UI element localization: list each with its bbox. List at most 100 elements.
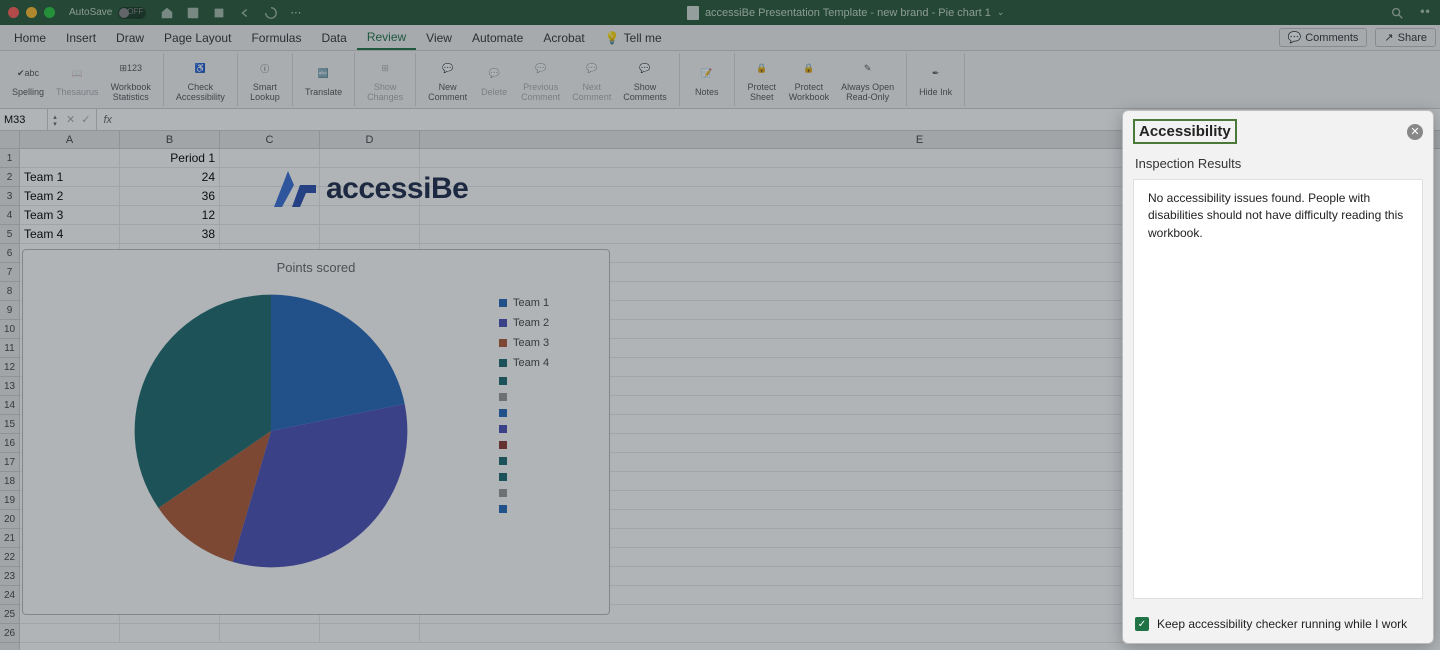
- pie-chart-object[interactable]: Points scored Team 1Team 2Team 3Team 4: [22, 249, 610, 615]
- row-header-23[interactable]: 23: [0, 567, 19, 586]
- col-header-d[interactable]: D: [320, 131, 420, 148]
- workbook-statistics-button[interactable]: ⊞123Workbook Statistics: [105, 53, 157, 106]
- protect-sheet-button[interactable]: 🔒Protect Sheet: [741, 53, 783, 106]
- cell[interactable]: 24: [120, 168, 220, 187]
- new-comment-button[interactable]: 💬New Comment: [422, 53, 473, 106]
- close-window-icon[interactable]: [8, 7, 19, 18]
- cancel-formula-icon[interactable]: ✕: [66, 113, 75, 126]
- enter-formula-icon[interactable]: ✓: [81, 113, 90, 126]
- row-header-26[interactable]: 26: [0, 624, 19, 643]
- tell-me[interactable]: 💡 Tell me: [595, 27, 672, 49]
- autosave-switch[interactable]: OFF: [118, 7, 146, 19]
- print-icon[interactable]: [212, 6, 226, 20]
- smart-lookup-button[interactable]: ⓘSmart Lookup: [244, 53, 286, 106]
- row-header-9[interactable]: 9: [0, 301, 19, 320]
- tab-page-layout[interactable]: Page Layout: [154, 27, 241, 49]
- notes-button[interactable]: 📝Notes: [686, 53, 728, 106]
- col-header-b[interactable]: B: [120, 131, 220, 148]
- row-header-14[interactable]: 14: [0, 396, 19, 415]
- col-header-a[interactable]: A: [20, 131, 120, 148]
- protect-workbook-button[interactable]: 🔒Protect Workbook: [783, 53, 835, 106]
- row-header-6[interactable]: 6: [0, 244, 19, 263]
- search-icon[interactable]: [1390, 6, 1404, 20]
- row-header-2[interactable]: 2: [0, 168, 19, 187]
- undo-icon[interactable]: [238, 6, 252, 20]
- cell[interactable]: 38: [120, 225, 220, 244]
- hide-ink-button[interactable]: ✒Hide Ink: [913, 53, 958, 106]
- minimize-window-icon[interactable]: [26, 7, 37, 18]
- row-header-15[interactable]: 15: [0, 415, 19, 434]
- cell[interactable]: [20, 149, 120, 168]
- tab-data[interactable]: Data: [311, 27, 356, 49]
- cell[interactable]: [120, 624, 220, 643]
- comments-button[interactable]: 💬 Comments: [1279, 28, 1368, 47]
- row-header-1[interactable]: 1: [0, 149, 19, 168]
- name-box-down-icon[interactable]: ▾: [50, 120, 60, 127]
- home-icon[interactable]: [160, 6, 174, 20]
- redo-icon[interactable]: [264, 6, 278, 20]
- cell[interactable]: Period 1: [120, 149, 220, 168]
- tab-review[interactable]: Review: [357, 26, 416, 50]
- row-header-3[interactable]: 3: [0, 187, 19, 206]
- row-header-12[interactable]: 12: [0, 358, 19, 377]
- row-header-4[interactable]: 4: [0, 206, 19, 225]
- row-header-13[interactable]: 13: [0, 377, 19, 396]
- tab-acrobat[interactable]: Acrobat: [533, 27, 594, 49]
- tab-draw[interactable]: Draw: [106, 27, 154, 49]
- cell[interactable]: [320, 225, 420, 244]
- save-icon[interactable]: [186, 6, 200, 20]
- cell[interactable]: [220, 225, 320, 244]
- maximize-window-icon[interactable]: [44, 7, 55, 18]
- show-changes-button[interactable]: ⊞Show Changes: [361, 53, 409, 106]
- thesaurus-button[interactable]: 📖Thesaurus: [50, 53, 105, 106]
- qat-more-icon[interactable]: ⋯: [290, 6, 301, 20]
- close-icon[interactable]: ✕: [1407, 124, 1423, 140]
- spelling-button[interactable]: ✔abcSpelling: [6, 53, 50, 106]
- row-header-25[interactable]: 25: [0, 605, 19, 624]
- cell[interactable]: Team 4: [20, 225, 120, 244]
- name-box-up-icon[interactable]: ▴: [50, 113, 60, 120]
- row-header-10[interactable]: 10: [0, 320, 19, 339]
- row-header-24[interactable]: 24: [0, 586, 19, 605]
- cell[interactable]: [20, 624, 120, 643]
- row-header-16[interactable]: 16: [0, 434, 19, 453]
- row-header-5[interactable]: 5: [0, 225, 19, 244]
- autosave-toggle[interactable]: AutoSave OFF: [69, 7, 146, 19]
- document-title[interactable]: accessiBe Presentation Template - new br…: [301, 6, 1390, 20]
- fx-icon[interactable]: fx: [97, 114, 118, 126]
- cell[interactable]: [220, 149, 320, 168]
- show-comments-button[interactable]: 💬Show Comments: [617, 53, 673, 106]
- row-header-20[interactable]: 20: [0, 510, 19, 529]
- cell[interactable]: [220, 206, 320, 225]
- coauthor-icon[interactable]: [1418, 6, 1432, 20]
- keep-running-checkbox[interactable]: ✓: [1135, 617, 1149, 631]
- share-button[interactable]: ↗ Share: [1375, 28, 1436, 47]
- row-header-17[interactable]: 17: [0, 453, 19, 472]
- row-header-7[interactable]: 7: [0, 263, 19, 282]
- tab-formulas[interactable]: Formulas: [241, 27, 311, 49]
- cell[interactable]: [320, 206, 420, 225]
- row-header-18[interactable]: 18: [0, 472, 19, 491]
- tab-automate[interactable]: Automate: [462, 27, 533, 49]
- row-header-8[interactable]: 8: [0, 282, 19, 301]
- tab-view[interactable]: View: [416, 27, 462, 49]
- col-header-c[interactable]: C: [220, 131, 320, 148]
- always-open-readonly-button[interactable]: ✎Always Open Read-Only: [835, 53, 900, 106]
- row-header-22[interactable]: 22: [0, 548, 19, 567]
- cell[interactable]: Team 1: [20, 168, 120, 187]
- row-header-11[interactable]: 11: [0, 339, 19, 358]
- previous-comment-button[interactable]: 💬Previous Comment: [515, 53, 566, 106]
- row-header-19[interactable]: 19: [0, 491, 19, 510]
- check-accessibility-button[interactable]: ♿Check Accessibility: [170, 53, 231, 106]
- cell[interactable]: 36: [120, 187, 220, 206]
- translate-button[interactable]: 🔤Translate: [299, 53, 348, 106]
- cell[interactable]: 12: [120, 206, 220, 225]
- delete-comment-button[interactable]: 💬Delete: [473, 53, 515, 106]
- cell[interactable]: Team 3: [20, 206, 120, 225]
- cell[interactable]: Team 2: [20, 187, 120, 206]
- row-header-21[interactable]: 21: [0, 529, 19, 548]
- next-comment-button[interactable]: 💬Next Comment: [566, 53, 617, 106]
- select-all-corner[interactable]: [0, 131, 20, 149]
- tab-insert[interactable]: Insert: [56, 27, 106, 49]
- cell[interactable]: [320, 149, 420, 168]
